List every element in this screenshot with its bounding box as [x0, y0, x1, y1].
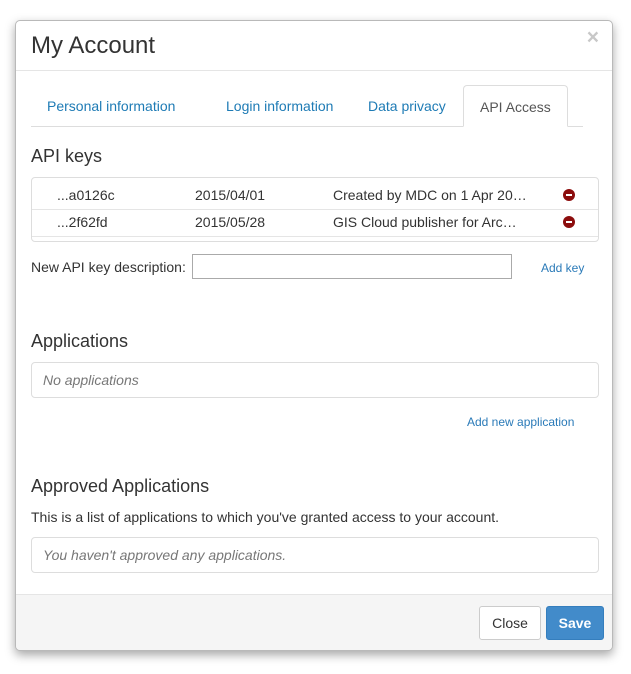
tab-data-privacy[interactable]: Data privacy [352, 85, 462, 127]
api-key-row: ...2f62fd 2015/05/28 GIS Cloud publisher… [32, 209, 598, 237]
applications-empty: No applications [31, 362, 599, 398]
approved-applications-heading: Approved Applications [31, 476, 210, 496]
tab-bar: Personal information Login information D… [31, 85, 583, 127]
new-api-key-input[interactable] [192, 254, 512, 279]
add-new-application-link[interactable]: Add new application [467, 415, 574, 429]
my-account-dialog: My Account × Personal information Login … [15, 20, 613, 651]
approved-applications-description: This is a list of applications to which … [31, 509, 500, 525]
save-button[interactable]: Save [546, 606, 604, 640]
dialog-header: My Account × [16, 21, 612, 71]
remove-icon[interactable] [563, 216, 575, 228]
api-key-description: Created by MDC on 1 Apr 20… [333, 187, 527, 203]
api-key-id: ...a0126c [57, 187, 115, 203]
api-key-id: ...2f62fd [57, 214, 108, 230]
api-key-date: 2015/04/01 [195, 187, 266, 203]
close-button[interactable]: Close [479, 606, 541, 640]
tab-login-information[interactable]: Login information [210, 85, 349, 127]
applications-heading: Applications [31, 331, 129, 351]
api-key-description: GIS Cloud publisher for Arc… [333, 214, 517, 230]
approved-applications-empty: You haven't approved any applications. [31, 537, 599, 573]
api-key-date: 2015/05/28 [195, 214, 266, 230]
new-api-key-label: New API key description: [31, 259, 186, 275]
remove-icon[interactable] [563, 189, 575, 201]
api-keys-heading: API keys [31, 146, 103, 166]
tab-api-access[interactable]: API Access [463, 85, 568, 127]
api-keys-list: ...a0126c 2015/04/01 Created by MDC on 1… [31, 177, 599, 242]
add-key-link[interactable]: Add key [541, 261, 584, 275]
api-key-row: ...a0126c 2015/04/01 Created by MDC on 1… [32, 182, 598, 210]
dialog-footer: Close Save [16, 594, 612, 650]
tab-personal-information[interactable]: Personal information [31, 85, 191, 127]
dialog-title: My Account [31, 32, 156, 59]
close-icon[interactable]: × [587, 27, 599, 48]
